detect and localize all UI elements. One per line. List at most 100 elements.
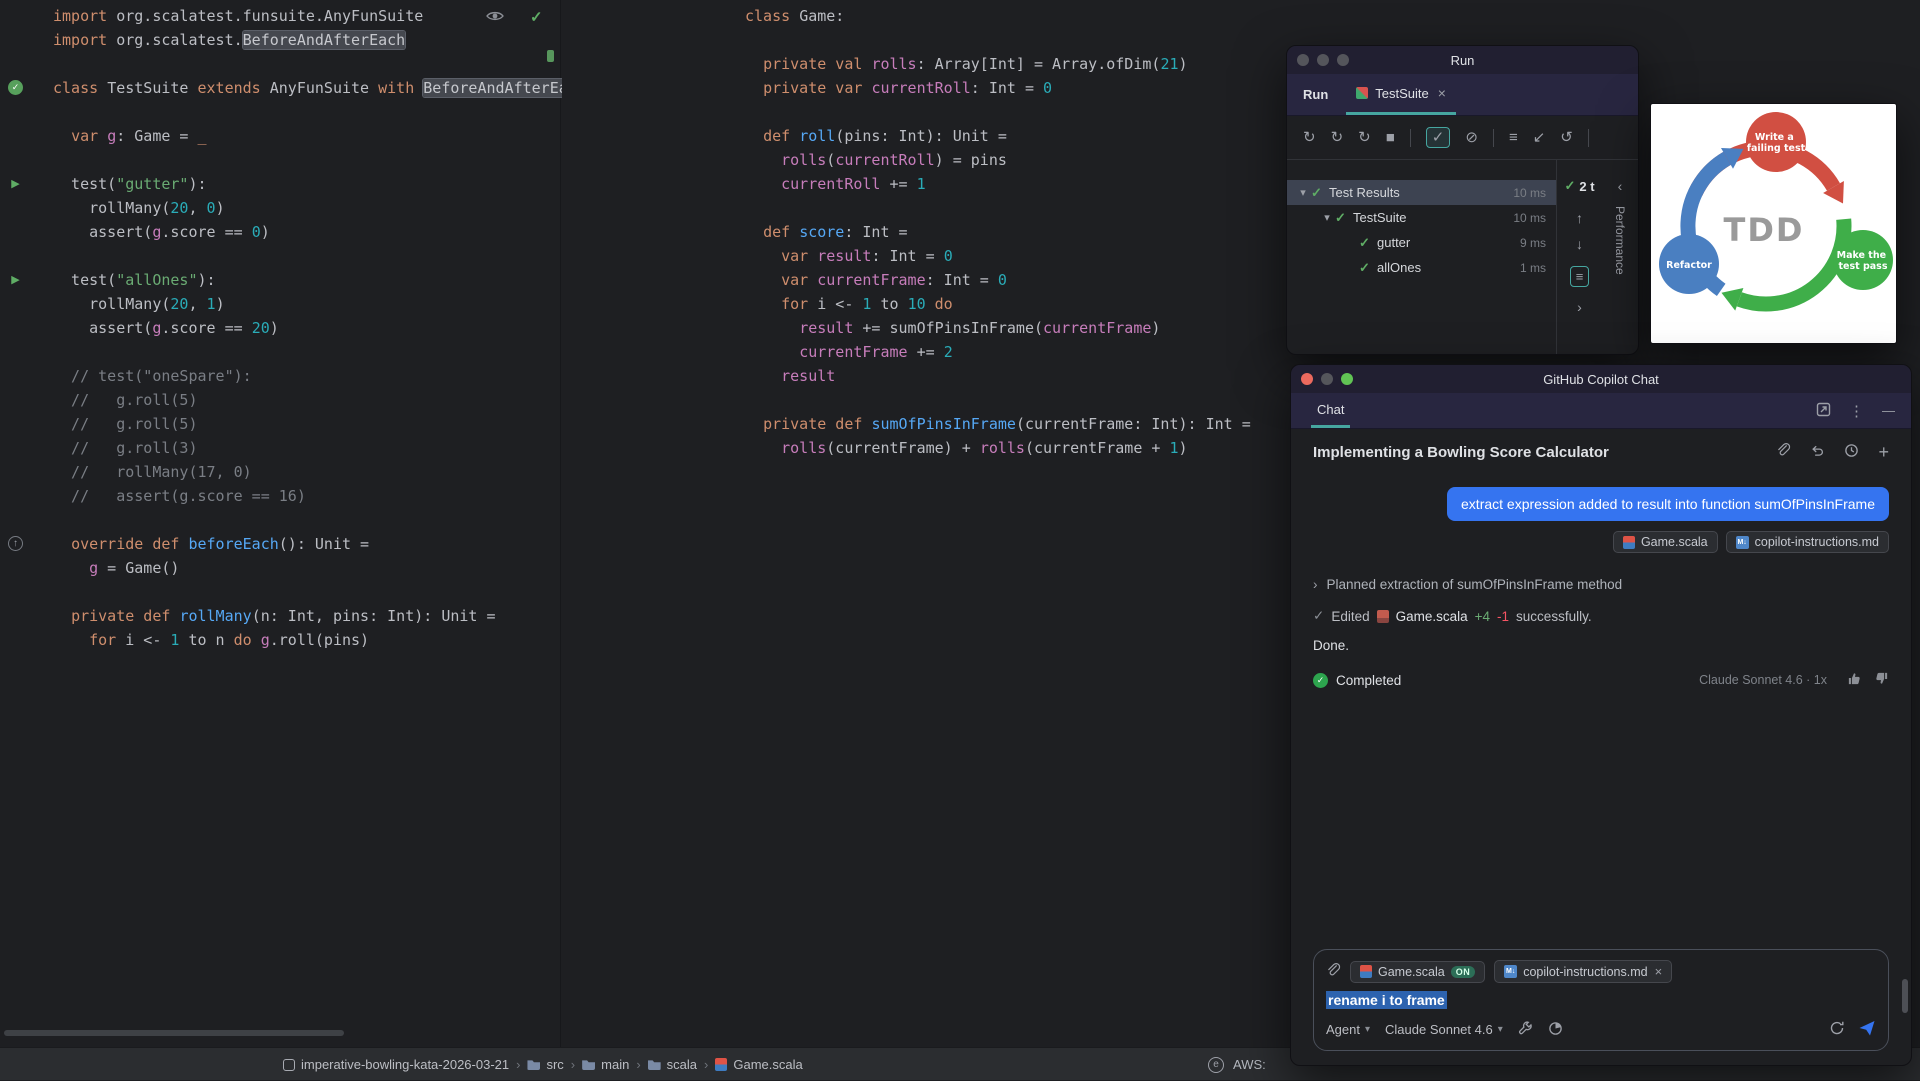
tab-testsuite[interactable]: TestSuite × <box>1346 74 1456 115</box>
chat-scrollbar[interactable] <box>1902 979 1908 1013</box>
breadcrumb-item[interactable]: imperative-bowling-kata-2026-03-21 <box>283 1057 509 1072</box>
breadcrumb-item[interactable]: main <box>582 1057 629 1072</box>
chat-input-box[interactable]: Game.scalaON M↓copilot-instructions.md× r… <box>1313 949 1889 1051</box>
edited-file-row[interactable]: ✓ Edited Game.scala +4 -1 successfully. <box>1313 608 1889 624</box>
code-line[interactable] <box>53 244 560 268</box>
model-selector[interactable]: Claude Sonnet 4.6▾ <box>1385 1022 1503 1037</box>
editor-pane-testsuite[interactable]: import org.scalatest.funsuite.AnyFunSuit… <box>0 0 561 1047</box>
code-line[interactable]: rollMany(20, 1) <box>53 292 560 316</box>
tab-performance[interactable]: Performance <box>1613 206 1627 275</box>
code-line[interactable]: private def rollMany(n: Int, pins: Int):… <box>53 604 560 628</box>
run-test-gutter-icon[interactable]: ▶ <box>8 176 23 191</box>
code-line[interactable]: // assert(g.score == 16) <box>53 484 560 508</box>
next-test-icon[interactable]: ↓ <box>1576 236 1583 252</box>
inspections-ok-icon[interactable]: ✓ <box>530 8 543 26</box>
code-line[interactable]: assert(g.score == 0) <box>53 220 560 244</box>
expand-all-icon[interactable]: ≡ <box>1509 130 1518 145</box>
minimize-window-button[interactable] <box>1321 373 1333 385</box>
code-line[interactable]: assert(g.score == 20) <box>53 316 560 340</box>
navigate-with-single-click-icon[interactable]: ↙ <box>1533 130 1546 145</box>
test-tree-row[interactable]: ▾✓TestSuite10 ms <box>1287 205 1556 230</box>
breadcrumb-item[interactable]: scala <box>648 1057 697 1072</box>
code-line[interactable]: override def beforeEach(): Unit = <box>53 532 560 556</box>
rerun-icon[interactable]: ↻ <box>1303 130 1316 145</box>
zoom-window-button[interactable] <box>1341 373 1353 385</box>
code-line[interactable]: test("allOnes"): <box>53 268 560 292</box>
attach-paperclip-icon[interactable] <box>1326 963 1341 981</box>
code-line[interactable]: // g.roll(5) <box>53 388 560 412</box>
code-line[interactable]: import org.scalatest.funsuite.AnyFunSuit… <box>53 4 560 28</box>
overridden-method-gutter-icon[interactable]: ↑ <box>8 536 23 551</box>
run-class-passed-gutter-icon[interactable]: ✓ <box>8 80 23 95</box>
code-line[interactable] <box>53 508 560 532</box>
context-chip[interactable]: Game.scalaON <box>1350 961 1485 983</box>
history-icon[interactable] <box>1844 443 1859 461</box>
code-line[interactable] <box>53 580 560 604</box>
chip-on-badge[interactable]: ON <box>1451 966 1476 978</box>
close-window-button[interactable] <box>1301 373 1313 385</box>
rerun-failed-icon[interactable]: ↻ <box>1331 130 1344 145</box>
copilot-titlebar[interactable]: GitHub Copilot Chat <box>1291 365 1911 393</box>
code-line[interactable] <box>53 148 560 172</box>
previous-test-icon[interactable]: ↑ <box>1576 210 1583 226</box>
code-line[interactable]: class Game: <box>745 4 1920 28</box>
code-line[interactable]: // test("oneSpare"): <box>53 364 560 388</box>
new-chat-icon[interactable]: + <box>1878 443 1889 461</box>
zoom-window-button[interactable] <box>1337 54 1349 66</box>
show-ignored-icon[interactable]: ⊘ <box>1465 130 1478 145</box>
expand-panel-icon[interactable]: › <box>1577 299 1582 315</box>
send-button[interactable] <box>1858 1019 1876 1040</box>
code-line[interactable]: class TestSuite extends AnyFunSuite with… <box>53 76 560 100</box>
code-line[interactable]: test("gutter"): <box>53 172 560 196</box>
test-tree-row[interactable]: ✓gutter9 ms <box>1287 230 1556 255</box>
chip-close-icon[interactable]: × <box>1655 964 1663 979</box>
auto-test-icon[interactable]: ↻ <box>1358 130 1371 145</box>
code-line[interactable]: // rollMany(17, 0) <box>53 460 560 484</box>
toolwindow-label[interactable]: Run <box>1287 87 1346 102</box>
code-line[interactable]: rollMany(20, 0) <box>53 196 560 220</box>
horizontal-scrollbar[interactable] <box>4 1030 344 1036</box>
tab-chat[interactable]: Chat <box>1311 393 1350 428</box>
expand-chevron-icon[interactable]: ▾ <box>1319 211 1335 224</box>
status-e-icon[interactable]: e <box>1208 1057 1224 1073</box>
show-passed-icon[interactable]: ✓ <box>1426 127 1451 148</box>
context-chip[interactable]: M↓copilot-instructions.md× <box>1494 960 1672 983</box>
run-test-gutter-icon[interactable]: ▶ <box>8 272 23 287</box>
test-history-icon[interactable]: ↺ <box>1560 130 1573 145</box>
chat-scroll-area[interactable]: Implementing a Bowling Score Calculator … <box>1291 429 1911 1065</box>
tools-icon[interactable] <box>1518 1021 1533 1039</box>
code-line[interactable]: for i <- 1 to n do g.roll(pins) <box>53 628 560 652</box>
chat-input-field[interactable]: rename i to frame <box>1326 992 1876 1008</box>
reader-mode-eye-icon[interactable] <box>486 9 504 26</box>
expand-chevron-icon[interactable]: ▾ <box>1295 186 1311 199</box>
console-options-icon[interactable]: ≡ <box>1570 266 1590 287</box>
hide-window-icon[interactable]: — <box>1882 403 1895 418</box>
undo-icon[interactable] <box>1810 443 1825 461</box>
usage-quota-icon[interactable] <box>1548 1021 1563 1039</box>
stop-icon[interactable]: ■ <box>1386 130 1395 145</box>
code-line[interactable]: // g.roll(3) <box>53 436 560 460</box>
code-line[interactable] <box>53 340 560 364</box>
context-chip[interactable]: Game.scala <box>1613 531 1718 553</box>
attach-context-icon[interactable] <box>1776 443 1791 461</box>
aws-status-label[interactable]: AWS: <box>1233 1057 1266 1072</box>
code-line[interactable] <box>53 100 560 124</box>
close-window-button[interactable] <box>1297 54 1309 66</box>
thumbs-up-icon[interactable] <box>1847 671 1862 689</box>
breadcrumb-item[interactable]: src <box>527 1057 563 1072</box>
code-line[interactable]: var g: Game = _ <box>53 124 560 148</box>
minimize-window-button[interactable] <box>1317 54 1329 66</box>
breadcrumb-item[interactable]: Game.scala <box>715 1057 802 1072</box>
context-chip[interactable]: M↓copilot-instructions.md <box>1726 531 1889 553</box>
more-options-kebab-icon[interactable]: ⋮ <box>1849 402 1864 420</box>
code-line[interactable]: g = Game() <box>53 556 560 580</box>
code-line[interactable] <box>53 52 560 76</box>
plan-collapsible-row[interactable]: › Planned extraction of sumOfPinsInFrame… <box>1313 577 1889 592</box>
collapse-panel-icon[interactable]: ‹ <box>1618 178 1623 194</box>
test-tree-row[interactable]: ▾✓Test Results10 ms <box>1287 180 1556 205</box>
thumbs-down-icon[interactable] <box>1874 671 1889 689</box>
code-line[interactable]: import org.scalatest.BeforeAndAfterEach <box>53 28 560 52</box>
code-line[interactable]: // g.roll(5) <box>53 412 560 436</box>
close-tab-icon[interactable]: × <box>1438 85 1446 101</box>
test-tree-row[interactable]: ✓allOnes1 ms <box>1287 255 1556 280</box>
